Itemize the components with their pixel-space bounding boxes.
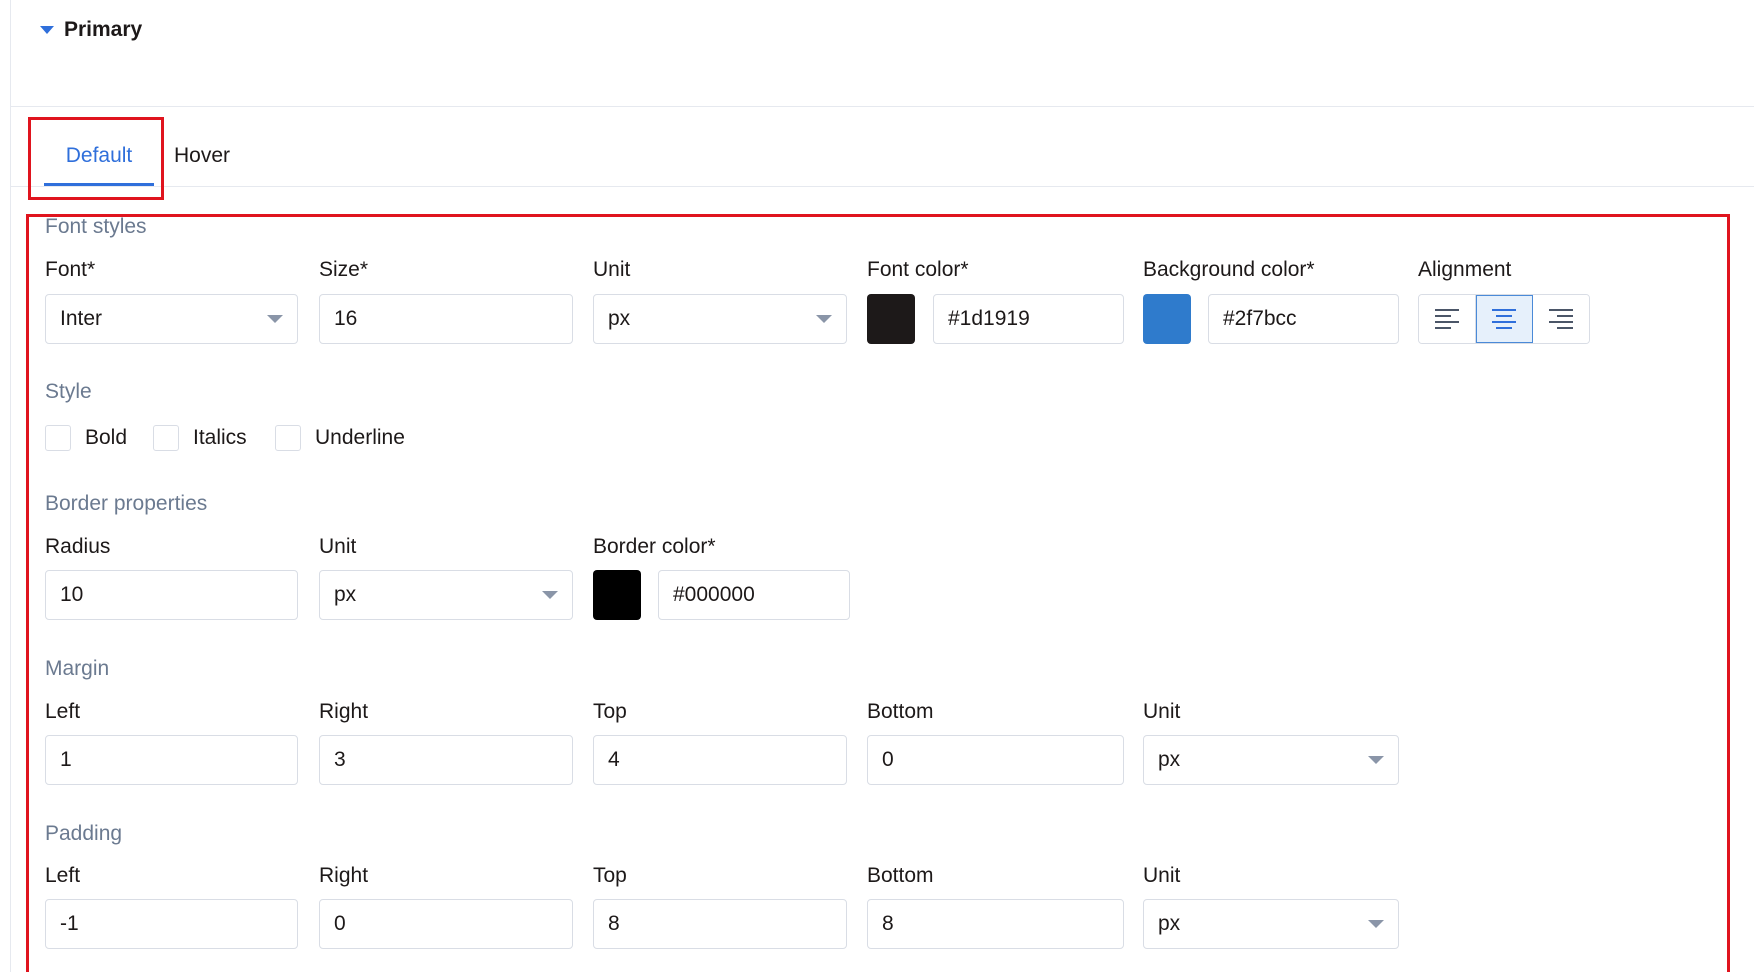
left-divider	[10, 0, 11, 972]
highlight-box-tab	[28, 117, 164, 200]
font-unit-value: px	[608, 307, 631, 330]
align-center-button[interactable]	[1476, 295, 1533, 343]
chevron-down-icon	[1368, 756, 1384, 764]
border-color-input[interactable]	[658, 570, 850, 620]
font-select-value: Inter	[60, 307, 103, 330]
border-unit-value: px	[334, 583, 357, 606]
border-color-label: Border color*	[593, 535, 716, 558]
font-label: Font*	[45, 258, 96, 281]
padding-left-input[interactable]	[45, 899, 298, 949]
background-color-label: Background color*	[1143, 258, 1315, 281]
font-select[interactable]: Inter	[45, 294, 298, 344]
margin-left-input[interactable]	[45, 735, 298, 785]
align-right-button[interactable]	[1533, 295, 1589, 343]
margin-bottom-input[interactable]	[867, 735, 1124, 785]
border-properties-title: Border properties	[45, 492, 208, 515]
tab-hover[interactable]: Hover	[174, 126, 230, 186]
align-right-icon	[1549, 309, 1573, 329]
underline-checkbox[interactable]	[275, 425, 301, 451]
margin-bottom-label: Bottom	[867, 700, 934, 723]
padding-top-input[interactable]	[593, 899, 847, 949]
tabs-divider	[10, 186, 1754, 187]
size-label: Size*	[319, 258, 369, 281]
font-color-swatch[interactable]	[867, 294, 915, 344]
font-unit-select[interactable]: px	[593, 294, 847, 344]
align-left-button[interactable]	[1419, 295, 1476, 343]
padding-right-input[interactable]	[319, 899, 573, 949]
radius-label: Radius	[45, 535, 111, 558]
italics-checkbox[interactable]	[153, 425, 179, 451]
font-color-label: Font color*	[867, 258, 969, 281]
padding-right-label: Right	[319, 864, 369, 887]
alignment-label: Alignment	[1418, 258, 1512, 281]
padding-left-label: Left	[45, 864, 81, 887]
chevron-down-icon	[542, 591, 558, 599]
chevron-down-icon	[267, 315, 283, 323]
border-unit-label: Unit	[319, 535, 357, 558]
padding-top-label: Top	[593, 864, 627, 887]
font-color-input[interactable]	[933, 294, 1124, 344]
align-left-icon	[1435, 309, 1459, 329]
padding-bottom-label: Bottom	[867, 864, 934, 887]
border-unit-select[interactable]: px	[319, 570, 573, 620]
margin-unit-label: Unit	[1143, 700, 1181, 723]
section-divider	[10, 106, 1754, 107]
underline-label: Underline	[315, 426, 405, 449]
section-toggle-primary[interactable]: Primary	[40, 16, 142, 44]
chevron-down-icon	[816, 315, 832, 323]
font-styles-title: Font styles	[45, 215, 147, 238]
margin-unit-select[interactable]: px	[1143, 735, 1399, 785]
margin-right-label: Right	[319, 700, 369, 723]
bold-option[interactable]: Bold	[45, 425, 127, 451]
background-color-swatch[interactable]	[1143, 294, 1191, 344]
italics-label: Italics	[193, 426, 247, 449]
margin-unit-value: px	[1158, 748, 1181, 771]
font-unit-label: Unit	[593, 258, 631, 281]
background-color-input[interactable]	[1208, 294, 1399, 344]
tab-hover-label: Hover	[174, 144, 231, 167]
margin-left-label: Left	[45, 700, 81, 723]
section-title: Primary	[64, 18, 143, 41]
padding-unit-label: Unit	[1143, 864, 1181, 887]
margin-top-input[interactable]	[593, 735, 847, 785]
padding-unit-select[interactable]: px	[1143, 899, 1399, 949]
italics-option[interactable]: Italics	[153, 425, 247, 451]
padding-title: Padding	[45, 822, 123, 845]
bold-checkbox[interactable]	[45, 425, 71, 451]
bold-label: Bold	[85, 426, 128, 449]
border-color-swatch[interactable]	[593, 570, 641, 620]
margin-title: Margin	[45, 657, 110, 680]
align-center-icon	[1492, 309, 1516, 329]
margin-top-label: Top	[593, 700, 627, 723]
size-input[interactable]	[319, 294, 573, 344]
padding-bottom-input[interactable]	[867, 899, 1124, 949]
margin-right-input[interactable]	[319, 735, 573, 785]
chevron-down-icon	[1368, 920, 1384, 928]
underline-option[interactable]: Underline	[275, 425, 405, 451]
padding-unit-value: px	[1158, 912, 1181, 935]
alignment-group	[1418, 294, 1590, 344]
caret-down-icon	[40, 26, 54, 34]
style-title: Style	[45, 380, 92, 403]
radius-input[interactable]	[45, 570, 298, 620]
